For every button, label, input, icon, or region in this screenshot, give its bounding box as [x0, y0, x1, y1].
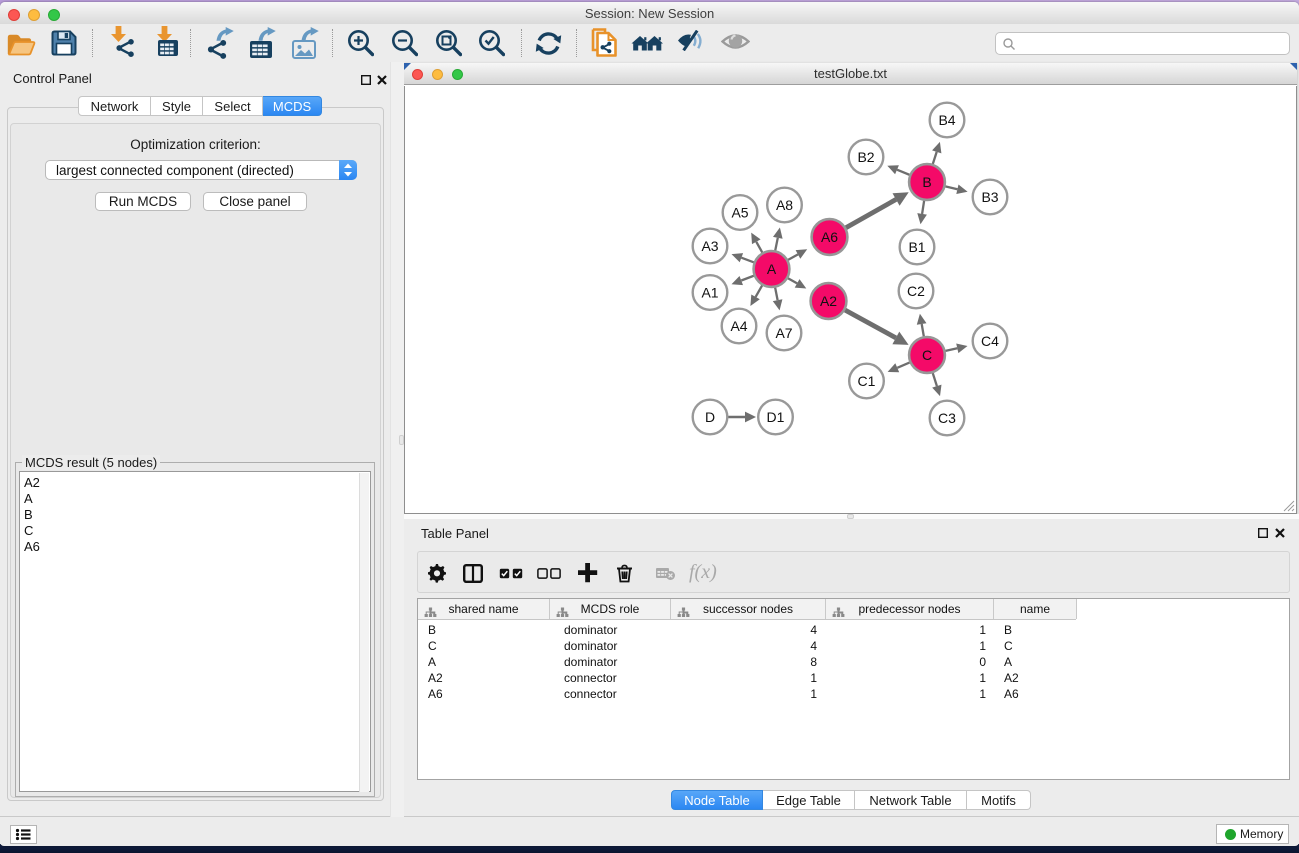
svg-text:A: A	[767, 261, 777, 277]
svg-text:C3: C3	[938, 410, 956, 426]
svg-text:A5: A5	[731, 204, 748, 220]
svg-text:D: D	[705, 409, 715, 425]
svg-text:A2: A2	[820, 293, 837, 309]
svg-text:A8: A8	[776, 197, 793, 213]
svg-text:A7: A7	[775, 325, 792, 341]
svg-text:A1: A1	[701, 284, 718, 300]
svg-text:B: B	[922, 174, 931, 190]
svg-text:A3: A3	[701, 238, 718, 254]
svg-text:C: C	[922, 347, 932, 363]
svg-text:D1: D1	[767, 409, 785, 425]
svg-text:B4: B4	[938, 112, 955, 128]
svg-text:C1: C1	[858, 373, 876, 389]
svg-text:A4: A4	[730, 318, 747, 334]
svg-text:C2: C2	[907, 283, 925, 299]
svg-text:C4: C4	[981, 333, 999, 349]
svg-text:B2: B2	[857, 149, 874, 165]
svg-text:B3: B3	[981, 189, 998, 205]
svg-text:B1: B1	[908, 239, 925, 255]
svg-text:A6: A6	[821, 229, 838, 245]
